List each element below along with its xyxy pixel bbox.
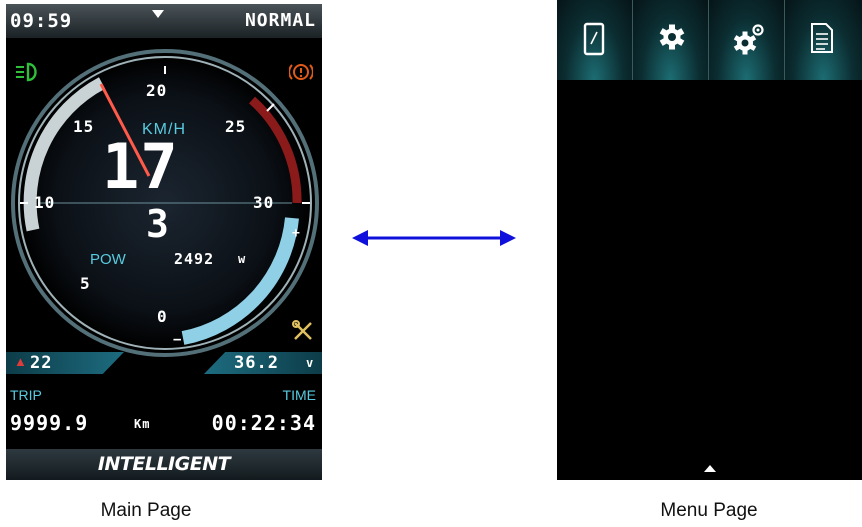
menu-page-screen [557, 0, 862, 480]
gears-icon [733, 24, 764, 55]
tick-label-15: 15 [73, 117, 95, 136]
power-value: 2492 [174, 250, 215, 268]
trip-unit: Km [134, 417, 151, 431]
tick-label-25: 25 [225, 117, 247, 136]
voltage-value: 36.2 [234, 353, 279, 373]
menu-tab-info[interactable] [785, 0, 862, 80]
battery-plus: + [292, 226, 301, 241]
main-page-caption: Main Page [100, 500, 192, 521]
tick-label-10: 10 [34, 193, 56, 212]
speed-value: 17 [102, 130, 179, 203]
service-icon[interactable] [292, 320, 314, 342]
tick-label-30: 30 [253, 193, 275, 212]
tick-label-0: 0 [157, 307, 168, 326]
assist-mode-bar[interactable]: INTELLIGENT [6, 449, 322, 480]
document-icon [811, 23, 833, 53]
menu-page-caption: Menu Page [660, 500, 758, 521]
voltage-unit: v [306, 356, 315, 370]
time-label: TIME [282, 387, 316, 403]
error-count: 22 [30, 353, 53, 373]
power-label: POW [90, 251, 126, 268]
trip-value: 9999.9 [10, 411, 89, 435]
error-icon: ▲ [14, 354, 27, 369]
tick-label-5: 5 [80, 274, 91, 293]
pull-up-icon[interactable] [704, 465, 716, 472]
time-value: 00:22:34 [211, 411, 316, 435]
headlight-icon [16, 62, 37, 82]
tick-label-20: 20 [146, 81, 168, 100]
trip-label: TRIP [10, 387, 42, 403]
menu-tab-basic-settings[interactable] [633, 0, 709, 80]
gear-level: 3 [146, 202, 170, 246]
power-unit: w [238, 252, 247, 266]
warning-icon [289, 64, 313, 80]
menu-tab-display[interactable] [557, 0, 633, 80]
gear-icon [659, 24, 685, 50]
battery-minus: − [173, 332, 183, 348]
main-page-screen: 09:59 NORMAL 20 15 25 10 30 5 0 KM/H 17 … [6, 4, 322, 480]
phone-icon [583, 22, 605, 56]
menu-tab-advanced-settings[interactable] [709, 0, 785, 80]
double-arrow-icon [352, 230, 516, 246]
assist-mode-label: INTELLIGENT [97, 453, 231, 475]
